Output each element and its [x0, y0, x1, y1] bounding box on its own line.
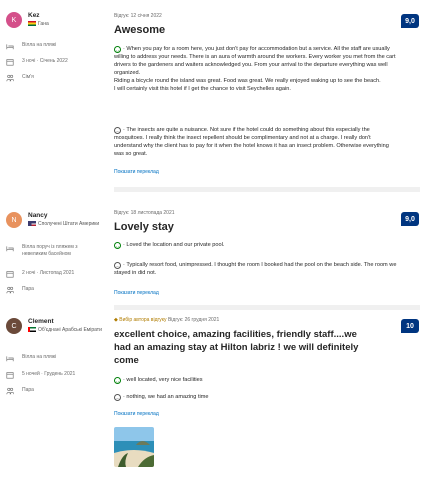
avatar: K — [6, 12, 22, 28]
calendar-icon — [6, 372, 14, 379]
show-translation-link[interactable]: Показати переклад — [114, 411, 159, 417]
review-date: Відгук: 12 січня 2022 — [114, 13, 162, 19]
bed-icon — [6, 356, 14, 362]
beach-photo — [114, 427, 154, 467]
flag-icon — [28, 327, 36, 333]
review-positive: ◡ · When you pay for a room here, you jus… — [114, 46, 396, 92]
smile-icon: ◡ — [114, 377, 121, 384]
review-negative: – · The insects are quite a nuisance. Not… — [114, 127, 389, 157]
avatar: C — [6, 318, 22, 334]
neutral-face-icon: – — [114, 394, 121, 401]
review-content: Відгук: 18 листопада 2021 Lovely stay ◡ ·… — [114, 206, 396, 306]
review-score: 10 — [401, 319, 419, 333]
show-translation-link[interactable]: Показати переклад — [114, 169, 159, 175]
review-content: ◆ Вибір автора відгуку Відгук: 26 грудня… — [114, 314, 396, 484]
reviewer-name: Kez — [28, 12, 40, 19]
people-icon — [6, 387, 14, 395]
bed-icon — [6, 246, 14, 252]
people-icon — [6, 286, 14, 294]
smile-icon: ◡ — [114, 242, 121, 249]
smile-icon: ◡ — [114, 46, 121, 53]
reviewer-info: K Kez Гана Вілла на пляжі 3 ночі · Січен… — [6, 12, 106, 92]
show-translation-link[interactable]: Показати переклад — [114, 290, 159, 296]
review-photo[interactable] — [114, 427, 154, 467]
review-card: C Clement Об'єднані Арабські Емірати Віл… — [0, 314, 428, 484]
review-negative: – · nothing, we had an amazing time — [114, 393, 400, 401]
review-score: 9,0 — [401, 212, 419, 226]
review-title: excellent choice, amazing facilities, fr… — [114, 329, 359, 366]
divider — [114, 187, 420, 192]
reviewer-info: C Clement Об'єднані Арабські Емірати Віл… — [6, 318, 106, 410]
neutral-face-icon: – — [114, 262, 121, 269]
review-score: 9,0 — [401, 14, 419, 28]
reviewer-country: Сполучені Штати Америки — [28, 221, 106, 228]
reviewer-country: Гана — [28, 21, 106, 28]
calendar-icon — [6, 271, 14, 278]
review-date: ◆ Вибір автора відгуку Відгук: 26 грудня… — [114, 317, 220, 323]
flag-icon — [28, 21, 36, 27]
people-icon — [6, 74, 14, 82]
review-title: Lovely stay — [114, 221, 174, 233]
review-positive: ◡ · Loved the location and our private po… — [114, 242, 225, 249]
author-choice-badge: ◆ Вибір автора відгуку — [114, 317, 167, 323]
review-title: Awesome — [114, 24, 166, 36]
calendar-icon — [6, 59, 14, 66]
reviewer-name: Clement — [28, 318, 54, 325]
reviewer-name: Nancy — [28, 212, 48, 219]
flag-icon — [28, 221, 36, 227]
review-negative: – · Typically resort food, unimpressed. I… — [114, 262, 397, 276]
review-positive: ◡ · well located, very nice facilities — [114, 377, 203, 384]
review-card: N Nancy Сполучені Штати Америки Вілла по… — [0, 206, 428, 306]
review-content: Відгук: 12 січня 2022 Awesome ◡ · When yo… — [114, 8, 396, 188]
review-card: K Kez Гана Вілла на пляжі 3 ночі · Січен… — [0, 8, 428, 198]
review-date: Відгук: 18 листопада 2021 — [114, 210, 175, 216]
divider — [114, 305, 420, 310]
reviewer-info: N Nancy Сполучені Штати Америки Вілла по… — [6, 212, 106, 304]
neutral-face-icon: – — [114, 127, 121, 134]
avatar: N — [6, 212, 22, 228]
reviewer-country: Об'єднані Арабські Емірати — [28, 327, 106, 334]
bed-icon — [6, 44, 14, 50]
